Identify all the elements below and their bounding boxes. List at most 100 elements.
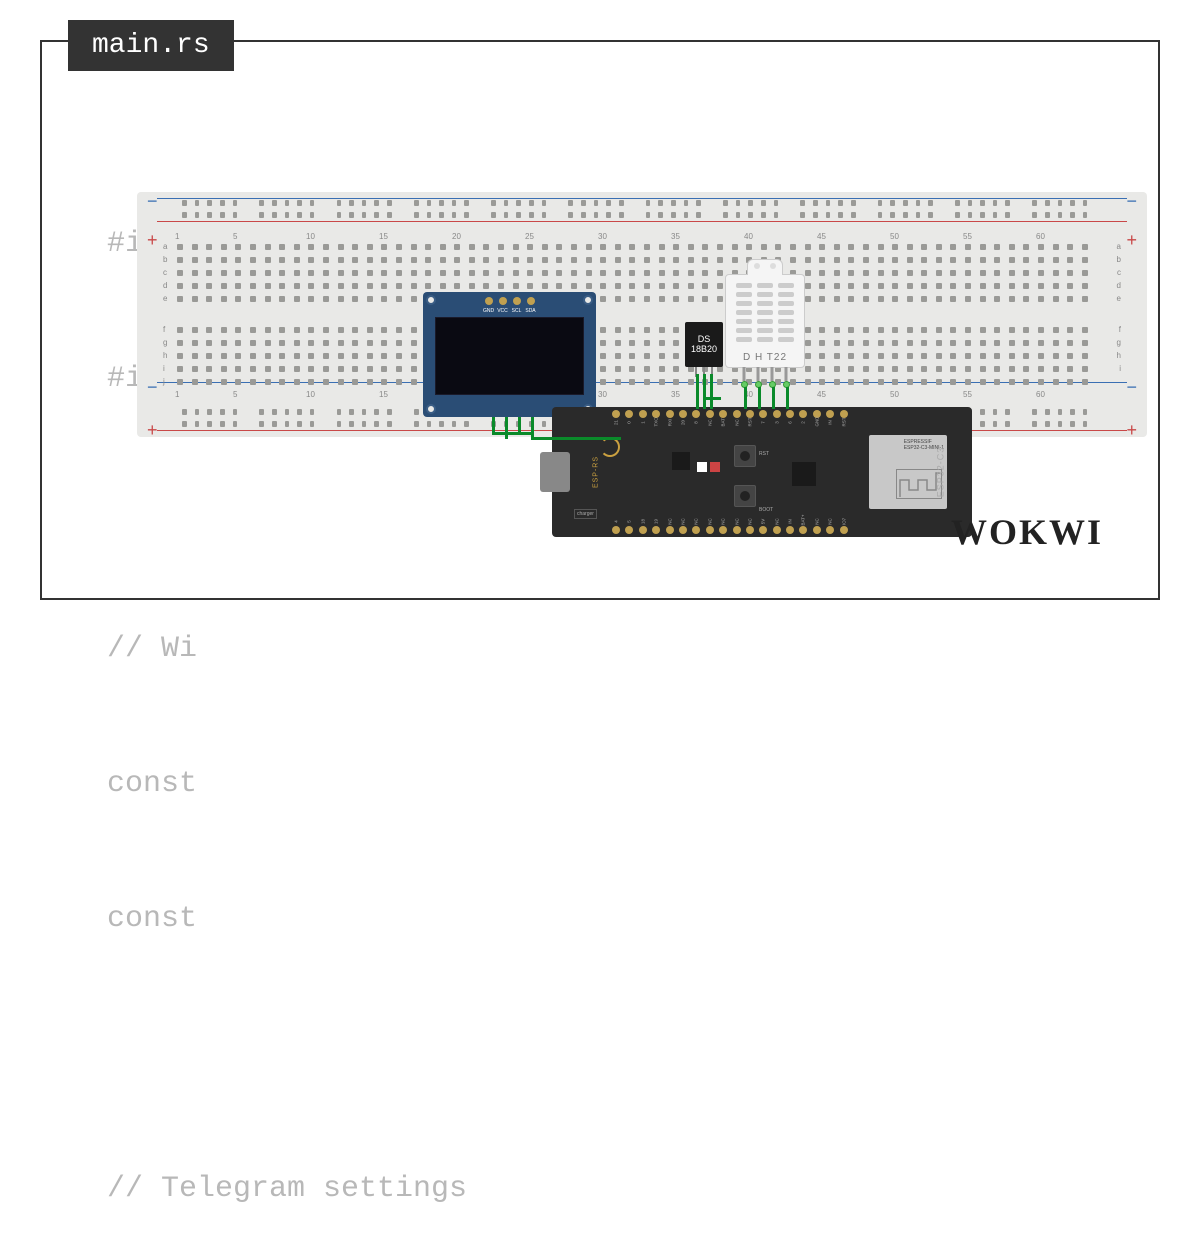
ic-chip-icon <box>672 452 690 470</box>
dht-grill-icon <box>736 283 794 343</box>
ds18b20-sensor[interactable]: DS 18B20 <box>685 322 723 367</box>
pin-labels-top: 2101TXORXI208NCBATNCRST7362GNDINRST <box>612 420 952 425</box>
mounting-hole-icon <box>426 404 436 414</box>
code-line: // Wi <box>107 627 1108 672</box>
row-label: i <box>1119 364 1121 373</box>
row-label: c <box>163 268 167 277</box>
col-num: 20 <box>452 232 461 241</box>
col-num: 25 <box>525 232 534 241</box>
col-num: 50 <box>890 232 899 241</box>
col-num: 30 <box>598 232 607 241</box>
col-num: 15 <box>379 232 388 241</box>
oled-pin-header <box>485 297 535 305</box>
board-label: ESP32-C3 <box>936 447 946 498</box>
circuit-diagram[interactable]: − + − + − + − + 1 5 10 15 <box>137 192 1147 437</box>
code-line: const <box>107 897 1108 942</box>
col-num: 35 <box>671 390 680 399</box>
wire <box>786 387 789 409</box>
col-num: 5 <box>233 390 237 399</box>
col-num: 55 <box>963 232 972 241</box>
wire <box>518 417 521 432</box>
file-tab[interactable]: main.rs <box>68 20 234 71</box>
row-label: b <box>163 255 167 264</box>
pin-labels-bottom: 451819NCNCNCNCNCNCNC5VNCINBAT+NCNCIO7 <box>612 519 952 524</box>
wire <box>531 437 621 440</box>
breadboard[interactable]: − + − + − + − + 1 5 10 15 <box>137 192 1147 437</box>
led-icon <box>697 462 707 472</box>
file-tab-label: main.rs <box>92 30 210 61</box>
mounting-hole-icon <box>426 295 436 305</box>
led-icon <box>710 462 720 472</box>
col-num: 50 <box>890 390 899 399</box>
wokwi-logo: WOKWI <box>951 511 1103 553</box>
col-num: 60 <box>1036 390 1045 399</box>
row-label: i <box>163 364 165 373</box>
row-label: f <box>1119 325 1121 334</box>
row-label: c <box>1117 268 1121 277</box>
wire <box>710 374 713 409</box>
wire <box>772 387 775 409</box>
col-num: 10 <box>306 390 315 399</box>
wire <box>703 374 706 409</box>
sensor-label: 18B20 <box>691 345 717 355</box>
col-num: 45 <box>817 232 826 241</box>
wire <box>492 417 495 432</box>
reset-button[interactable] <box>734 445 756 467</box>
espressif-logo-icon <box>600 437 620 457</box>
button-label: RST <box>759 451 769 457</box>
wire <box>696 374 699 409</box>
col-num: 1 <box>175 390 179 399</box>
ic-chip-icon <box>792 462 816 486</box>
row-label: b <box>1117 255 1121 264</box>
button-label: BOOT <box>759 507 773 513</box>
oled-screen <box>435 317 584 395</box>
charger-label: charger <box>574 509 597 519</box>
wire <box>703 397 721 400</box>
col-num: 45 <box>817 390 826 399</box>
wire <box>492 432 532 435</box>
boot-button[interactable] <box>734 485 756 507</box>
row-label: a <box>163 242 167 251</box>
pin-header-top <box>612 410 952 418</box>
wire <box>744 387 747 409</box>
wire <box>505 417 508 439</box>
esp32-c3-board[interactable]: ESP-RS charger RST BOOT ESPRESSIF ESP32-… <box>552 407 972 537</box>
pin-header-bottom <box>612 526 952 534</box>
code-line <box>107 1032 1108 1077</box>
oled-display-module[interactable]: GND VCC SCL SDA <box>423 292 596 417</box>
row-label: d <box>1117 281 1121 290</box>
col-num: 10 <box>306 232 315 241</box>
col-num: 40 <box>744 232 753 241</box>
row-label: e <box>1117 294 1121 303</box>
wire <box>531 417 534 439</box>
code-line: // Telegram settings <box>107 1167 1108 1212</box>
row-label: d <box>163 281 167 290</box>
rail-holes-top <box>182 200 1102 220</box>
row-label: f <box>163 325 165 334</box>
col-num: 30 <box>598 390 607 399</box>
dht-label: D H T22 <box>726 352 804 363</box>
col-num: 15 <box>379 390 388 399</box>
row-label: a <box>1117 242 1121 251</box>
row-label: e <box>163 294 167 303</box>
code-line: const <box>107 762 1108 807</box>
col-num: 5 <box>233 232 237 241</box>
tie-points: 1 5 10 15 20 25 30 35 40 45 50 55 60 1 5… <box>177 244 1107 385</box>
content-frame: #include <ESP8266WiFi.h> #incl // Wi con… <box>40 40 1160 600</box>
row-label: h <box>1117 351 1121 360</box>
row-label: g <box>163 338 167 347</box>
dht-cap-icon <box>747 259 783 275</box>
usb-connector-icon <box>540 452 570 492</box>
col-num: 1 <box>175 232 179 241</box>
col-num: 55 <box>963 390 972 399</box>
dht22-sensor[interactable]: D H T22 <box>725 274 805 368</box>
row-label: j <box>163 377 165 386</box>
oled-pin-labels: GND VCC SCL SDA <box>483 308 536 314</box>
col-num: 35 <box>671 232 680 241</box>
wire <box>758 387 761 409</box>
row-label: g <box>1117 338 1121 347</box>
mounting-hole-icon <box>583 295 593 305</box>
row-label: h <box>163 351 167 360</box>
sensor-legs-icon <box>743 367 788 381</box>
col-num: 60 <box>1036 232 1045 241</box>
